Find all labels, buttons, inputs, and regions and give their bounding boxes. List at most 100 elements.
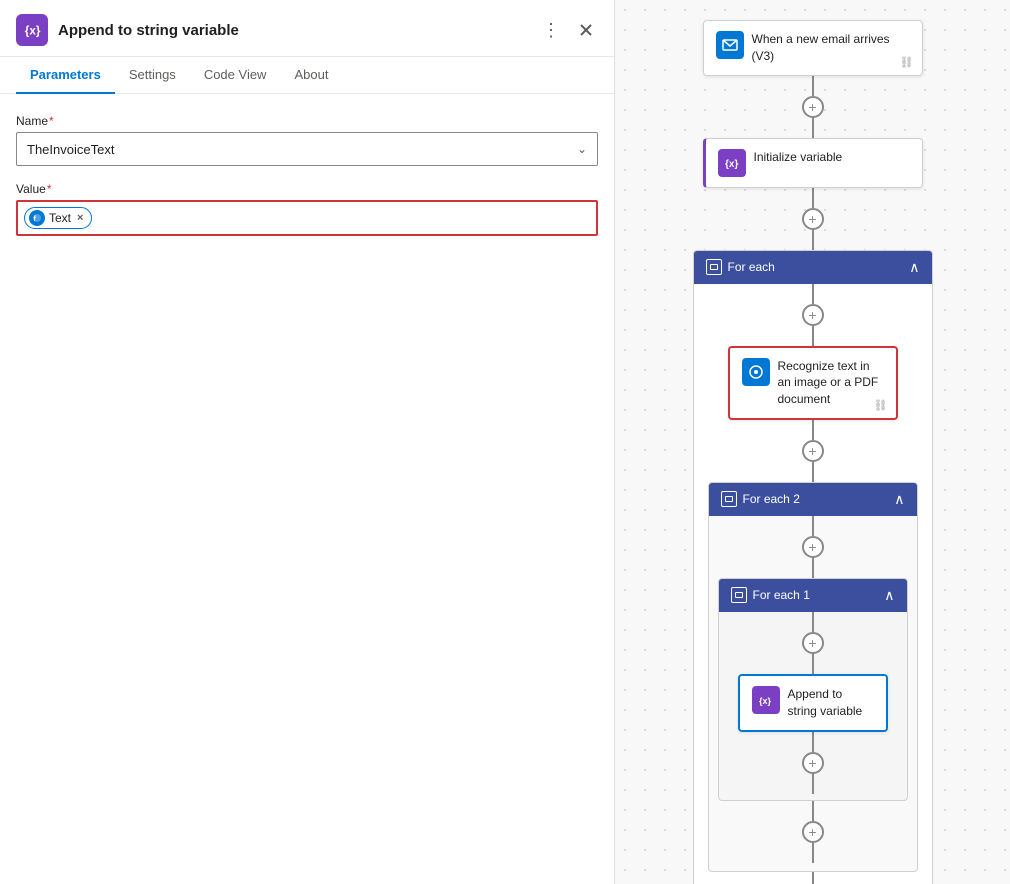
value-field-container[interactable]: f Text × — [16, 200, 598, 236]
add-step-2[interactable]: + — [802, 208, 824, 230]
foreach-container: For each ∧ + — [693, 250, 933, 884]
name-label: Name* — [16, 114, 598, 128]
recognize-text: Recognize text in an image or a PDF docu… — [778, 358, 884, 408]
foreach-header[interactable]: For each ∧ — [694, 251, 932, 284]
inner2-line-3 — [812, 801, 814, 821]
panel-header: {x} Append to string variable ⋮ — [0, 0, 614, 57]
connector-1: + — [802, 76, 824, 138]
inner2-connector-2: + — [802, 801, 824, 863]
email-trigger-text: When a new email arrives (V3) — [752, 31, 910, 65]
inner-connector-2: + — [802, 420, 824, 482]
foreach2-header-left: For each 2 — [721, 491, 800, 507]
foreach-loop-icon — [706, 259, 722, 275]
email-svg-icon — [722, 37, 738, 53]
svg-text:{x}: {x} — [25, 25, 41, 38]
name-field-group: Name* TheInvoiceText ⌄ — [16, 114, 598, 166]
foreach-label: For each — [728, 260, 775, 274]
inner-connector-1: + — [802, 284, 824, 346]
inner2-connector-1: + — [802, 516, 824, 578]
value-label: Value* — [16, 182, 598, 196]
foreach1-loop-icon — [731, 587, 747, 603]
outer-bottom-line-1 — [812, 872, 814, 884]
foreach-header-left: For each — [706, 259, 775, 275]
svg-text:{x}: {x} — [725, 159, 738, 170]
email-trigger-node[interactable]: When a new email arrives (V3) ⛓ — [703, 20, 923, 76]
foreach1-icon-inner — [735, 592, 743, 598]
line-3 — [812, 188, 814, 208]
email-icon — [716, 31, 744, 59]
link-icon: ⛓ — [900, 56, 914, 69]
inner-line-2 — [812, 326, 814, 346]
left-panel: {x} Append to string variable ⋮ Paramete… — [0, 0, 615, 884]
tab-settings[interactable]: Settings — [115, 57, 190, 94]
token-icon: f — [29, 210, 45, 226]
inner3-connector-1: + — [802, 612, 824, 674]
inner2-add-1[interactable]: + — [802, 536, 824, 558]
tab-codeview[interactable]: Code View — [190, 57, 281, 94]
inner3-line-3 — [812, 732, 814, 752]
svg-text:{x}: {x} — [759, 696, 772, 706]
var-svg-icon: {x} — [724, 155, 740, 171]
foreach-body: + Recognize text in an image or a PDF do… — [694, 284, 932, 884]
line-2 — [812, 118, 814, 138]
foreach1-header-left: For each 1 — [731, 587, 810, 603]
inner-line-3 — [812, 420, 814, 440]
foreach2-label: For each 2 — [743, 492, 800, 506]
variable-node-icon: {x} — [718, 149, 746, 177]
inner2-line-4 — [812, 843, 814, 863]
dropdown-arrow-icon: ⌄ — [577, 142, 587, 156]
inner-add-2[interactable]: + — [802, 440, 824, 462]
inner2-add-2[interactable]: + — [802, 821, 824, 843]
line-4 — [812, 230, 814, 250]
foreach1-collapse-icon[interactable]: ∧ — [884, 587, 894, 604]
token-inner-icon: f — [32, 213, 42, 223]
inner3-add-2[interactable]: + — [802, 752, 824, 774]
append-node-text: Append to string variable — [788, 686, 874, 720]
connector-2: + — [802, 188, 824, 250]
foreach2-header[interactable]: For each 2 ∧ — [709, 483, 917, 516]
tabs-bar: Parameters Settings Code View About — [0, 57, 614, 94]
name-dropdown[interactable]: TheInvoiceText ⌄ — [16, 132, 598, 166]
tab-parameters[interactable]: Parameters — [16, 57, 115, 94]
outer-bottom-connector: + — [802, 872, 824, 884]
inner3-line-4 — [812, 774, 814, 794]
inner-line-4 — [812, 462, 814, 482]
recognize-svg-icon — [748, 364, 764, 380]
recognize-icon — [742, 358, 770, 386]
form-content: Name* TheInvoiceText ⌄ Value* f — [0, 94, 614, 884]
inner2-line-1 — [812, 516, 814, 536]
foreach2-icon-inner — [725, 496, 733, 502]
close-icon — [580, 24, 592, 36]
foreach-collapse-icon[interactable]: ∧ — [909, 259, 919, 276]
inner2-line-2 — [812, 558, 814, 578]
foreach2-collapse-icon[interactable]: ∧ — [894, 491, 904, 508]
workflow-canvas: When a new email arrives (V3) ⛓ + {x} In… — [615, 0, 1010, 884]
foreach1-label: For each 1 — [753, 588, 810, 602]
tab-about[interactable]: About — [280, 57, 342, 94]
foreach1-body: + {x} App — [719, 612, 907, 800]
inner-add-1[interactable]: + — [802, 304, 824, 326]
value-field-group: Value* f Text × — [16, 182, 598, 236]
header-actions: ⋮ — [536, 18, 598, 43]
line-1 — [812, 76, 814, 96]
token-close-button[interactable]: × — [77, 212, 83, 224]
foreach2-loop-icon — [721, 491, 737, 507]
close-panel-button[interactable] — [574, 18, 598, 43]
init-variable-node[interactable]: {x} Initialize variable — [703, 138, 923, 188]
append-icon: {x} — [752, 686, 780, 714]
add-step-1[interactable]: + — [802, 96, 824, 118]
append-string-node[interactable]: {x} Append to string variable — [738, 674, 888, 732]
recognize-text-node[interactable]: Recognize text in an image or a PDF docu… — [728, 346, 898, 420]
more-options-button[interactable]: ⋮ — [536, 18, 566, 43]
recognize-link-icon: ⛓ — [874, 399, 888, 412]
inner3-line-1 — [812, 612, 814, 632]
inner3-add-1[interactable]: + — [802, 632, 824, 654]
append-svg-icon: {x} — [758, 692, 774, 708]
foreach1-header[interactable]: For each 1 ∧ — [719, 579, 907, 612]
foreach1-container: For each 1 ∧ + — [718, 578, 908, 801]
panel-title: Append to string variable — [58, 22, 526, 39]
inner3-connector-2: + — [802, 732, 824, 794]
workflow-flow: When a new email arrives (V3) ⛓ + {x} In… — [683, 20, 943, 884]
variable-icon: {x} — [23, 21, 41, 39]
foreach2-container: For each 2 ∧ + — [708, 482, 918, 872]
